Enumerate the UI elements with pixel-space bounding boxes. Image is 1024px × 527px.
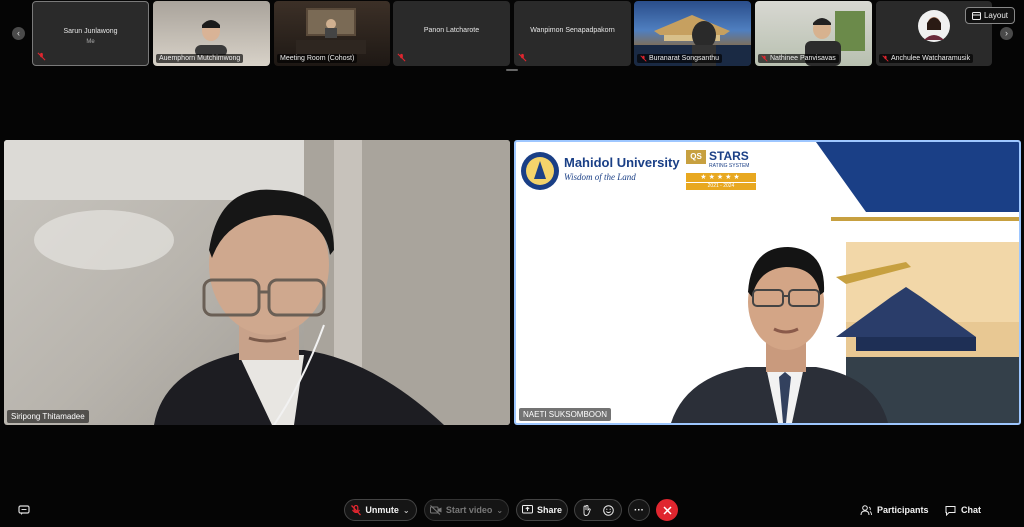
chat-label: Chat bbox=[961, 505, 981, 515]
university-tagline: Wisdom of the Land bbox=[564, 172, 636, 182]
presenter-figure bbox=[671, 247, 888, 423]
participant-tile[interactable]: Panon Latcharote bbox=[393, 1, 510, 66]
participant-video-figure bbox=[195, 20, 227, 55]
participant-name: Panon Latcharote bbox=[423, 27, 480, 34]
stars-subtitle: RATING SYSTEM bbox=[709, 163, 750, 169]
participant-tile[interactable]: Auemphorn Mutchimwong bbox=[153, 1, 270, 66]
university-name: Mahidol University bbox=[564, 155, 680, 170]
participant-label: Nathinee Panvisavas bbox=[758, 54, 839, 63]
leave-meeting-button[interactable] bbox=[656, 499, 678, 521]
participant-name: Anchulee Watcharamusik bbox=[891, 55, 971, 62]
chat-icon bbox=[945, 505, 956, 516]
raise-hand-icon[interactable] bbox=[582, 504, 591, 516]
participant-name-tag: NAETI SUKSOMBOON bbox=[519, 408, 612, 421]
start-video-button[interactable]: Start video ⌄ bbox=[424, 499, 509, 521]
unmute-label: Unmute bbox=[365, 505, 399, 515]
participant-name: Buranarat Songsanthu bbox=[649, 55, 720, 62]
chevron-down-icon[interactable]: ⌄ bbox=[403, 506, 410, 515]
scroll-left-icon[interactable]: ‹ bbox=[12, 27, 25, 40]
participant-name: Auemphorn Mutchimwong bbox=[159, 55, 241, 62]
mic-muted-icon bbox=[761, 55, 768, 62]
more-dots-icon: ··· bbox=[634, 504, 644, 516]
mic-muted-icon bbox=[640, 55, 647, 62]
participant-label: Anchulee Watcharamusik bbox=[879, 54, 974, 63]
participant-name: Nathinee Panvisavas bbox=[770, 55, 836, 62]
participant-label: Buranarat Songsanthu bbox=[637, 54, 723, 63]
more-options-button[interactable]: ··· bbox=[628, 499, 650, 521]
video-off-icon bbox=[429, 505, 442, 515]
reactions-group bbox=[574, 499, 622, 521]
participant-tile[interactable]: Wanpimon Senapadpakorn bbox=[514, 1, 631, 66]
chat-button[interactable]: Chat bbox=[945, 499, 981, 521]
share-icon bbox=[521, 505, 533, 514]
speaker-video-feed bbox=[4, 140, 510, 425]
participant-name: Meeting Room (Cohost) bbox=[280, 55, 355, 62]
mic-muted-icon bbox=[397, 53, 406, 62]
meeting-room-video bbox=[296, 8, 366, 54]
mic-muted-icon bbox=[518, 53, 527, 62]
layout-icon bbox=[971, 11, 981, 20]
emoji-reaction-icon[interactable] bbox=[603, 504, 614, 516]
share-label: Share bbox=[536, 505, 562, 515]
participant-name: Sarun Junlawong bbox=[63, 28, 118, 35]
participant-tile[interactable]: Nathinee Panvisavas bbox=[755, 1, 872, 66]
participant-tile-self[interactable]: Sarun Junlawong Me bbox=[32, 1, 149, 66]
participant-label: Auemphorn Mutchimwong bbox=[156, 54, 244, 63]
stars-rating: ★★★★★ bbox=[686, 173, 756, 182]
chevron-down-icon[interactable]: ⌄ bbox=[496, 506, 503, 515]
layout-label: Layout bbox=[983, 11, 1009, 20]
scroll-right-icon[interactable]: › bbox=[1000, 27, 1013, 40]
participant-tile[interactable]: Meeting Room (Cohost) bbox=[274, 1, 390, 66]
close-icon bbox=[662, 505, 672, 515]
unmute-button[interactable]: Unmute ⌄ bbox=[344, 499, 417, 521]
meeting-window: ‹ Sarun Junlawong Me Auemphorn Mutchimwo… bbox=[0, 0, 1024, 527]
share-button[interactable]: Share bbox=[516, 499, 568, 521]
participants-label: Participants bbox=[877, 505, 929, 515]
main-video-left[interactable]: Siripong Thitamadee bbox=[4, 140, 510, 425]
mic-muted-icon bbox=[882, 55, 889, 62]
mic-muted-icon bbox=[351, 504, 362, 515]
captions-icon[interactable] bbox=[18, 504, 30, 516]
avatar bbox=[918, 10, 950, 42]
participant-name-tag: Siripong Thitamadee bbox=[7, 410, 89, 423]
meeting-controls: Unmute ⌄ Start video ⌄ Share ··· Partici… bbox=[0, 496, 1024, 524]
participants-button[interactable]: Participants bbox=[860, 499, 929, 521]
main-video-right[interactable]: Mahidol University Wisdom of the Land QS… bbox=[514, 140, 1021, 425]
participant-me-tag: Me bbox=[86, 39, 95, 45]
stars-years: 2021 - 2024 bbox=[686, 183, 756, 190]
strip-resize-handle[interactable] bbox=[506, 69, 518, 71]
participant-label: Meeting Room (Cohost) bbox=[277, 54, 358, 63]
layout-button[interactable]: Layout bbox=[965, 7, 1015, 24]
participant-name: Wanpimon Senapadpakorn bbox=[530, 27, 615, 34]
participants-icon bbox=[860, 504, 872, 515]
mic-muted-icon bbox=[37, 52, 46, 61]
mahidol-logo-icon bbox=[521, 152, 559, 190]
participant-tile[interactable]: Buranarat Songsanthu bbox=[634, 1, 751, 66]
stars-title: STARS bbox=[709, 149, 749, 163]
start-video-label: Start video bbox=[445, 505, 493, 515]
qs-badge: QS bbox=[686, 150, 706, 164]
